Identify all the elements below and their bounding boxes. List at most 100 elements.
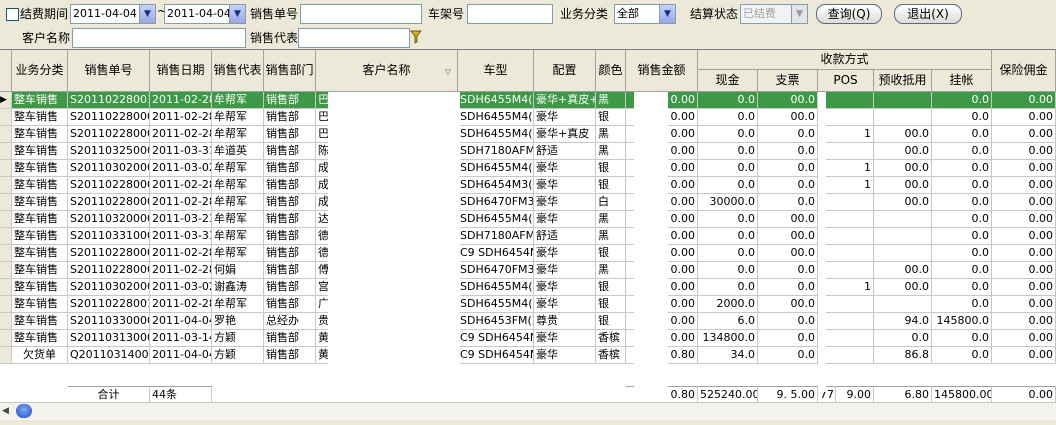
customer-mask bbox=[328, 92, 460, 392]
cell-hang: 0.0 bbox=[932, 143, 992, 160]
table-row[interactable]: 整车销售S2011032000012011-03-23牟帮军销售部达SDH645… bbox=[0, 211, 1056, 228]
frame-no-input[interactable] bbox=[467, 4, 553, 24]
row-indicator[interactable] bbox=[0, 330, 12, 347]
table-row[interactable]: 整车销售S2011022800022011-02-28牟帮军销售部德C9 SDH… bbox=[0, 245, 1056, 262]
table-row[interactable]: 整车销售S2011030200012011-03-02谢鑫涛销售部宫SDH645… bbox=[0, 279, 1056, 296]
table-row[interactable]: ▶整车销售S2011022800122011-02-28牟帮军销售部巴SDH64… bbox=[0, 92, 1056, 109]
header-biz[interactable]: 业务分类 bbox=[12, 50, 68, 92]
header-hang[interactable]: 挂帐 bbox=[932, 70, 992, 92]
settle-select[interactable]: 已结费 ▼ bbox=[740, 4, 808, 24]
table-row[interactable]: 整车销售S2011022800032011-02-28牟帮军销售部成SDH645… bbox=[0, 177, 1056, 194]
header-color[interactable]: 颜色 bbox=[596, 50, 626, 92]
sort-icon[interactable]: ▽ bbox=[445, 65, 451, 78]
header-prepay[interactable]: 预收抵用 bbox=[874, 70, 932, 92]
category-select[interactable]: 全部 ▼ bbox=[614, 4, 676, 24]
customer-input[interactable] bbox=[72, 28, 246, 48]
table-row[interactable]: 整车销售S2011032500012011-03-31牟道英销售部陈SDH718… bbox=[0, 143, 1056, 160]
header-no[interactable]: 销售单号 bbox=[68, 50, 150, 92]
cell-color: 香槟 bbox=[596, 347, 626, 364]
chevron-down-icon[interactable]: ▼ bbox=[659, 5, 675, 23]
chevron-down-icon[interactable]: ▼ bbox=[229, 5, 245, 23]
table-row[interactable]: 整车销售S2011022800102011-02-28牟帮军销售部广SDH645… bbox=[0, 296, 1056, 313]
table-row[interactable]: 整车销售S2011022800012011-02-28牟帮军销售部成SDH647… bbox=[0, 194, 1056, 211]
row-indicator[interactable] bbox=[0, 211, 12, 228]
header-rep[interactable]: 销售代表 bbox=[212, 50, 264, 92]
cell-check: 0.0 bbox=[758, 330, 818, 347]
cell-model: SDH6455M4(2. bbox=[458, 211, 534, 228]
cell-biz: 整车销售 bbox=[12, 211, 68, 228]
cell-cfg: 豪华 bbox=[534, 211, 596, 228]
row-indicator[interactable] bbox=[0, 160, 12, 177]
cell-dept: 销售部 bbox=[264, 126, 316, 143]
period-checkbox[interactable] bbox=[6, 8, 19, 21]
header-date[interactable]: 销售日期 bbox=[150, 50, 212, 92]
chevron-down-icon[interactable]: ▼ bbox=[791, 5, 807, 23]
date-to-picker[interactable]: 2011-04-04 ▼ bbox=[164, 4, 246, 24]
cell-rep: 牟帮军 bbox=[212, 109, 264, 126]
cell-cash: 0.0 bbox=[698, 160, 758, 177]
table-row[interactable]: 整车销售S2011030200022011-03-02牟帮军销售部成SDH645… bbox=[0, 160, 1056, 177]
table-row[interactable]: 整车销售S2011033100022011-03-31牟帮军销售部德SDH718… bbox=[0, 228, 1056, 245]
cell-hang: 0.0 bbox=[932, 92, 992, 109]
row-indicator[interactable] bbox=[0, 143, 12, 160]
query-button[interactable]: 查询(Q) bbox=[816, 4, 882, 24]
cell-color: 黑 bbox=[596, 92, 626, 109]
row-indicator[interactable] bbox=[0, 194, 12, 211]
date-from-picker[interactable]: 2011-04-04 ▼ bbox=[70, 4, 156, 24]
cell-prepay: 00.0 bbox=[874, 126, 932, 143]
header-cust[interactable]: 客户名称 ▽ bbox=[316, 50, 458, 92]
cell-dept: 销售部 bbox=[264, 160, 316, 177]
header-model[interactable]: 车型 bbox=[458, 50, 534, 92]
header-pos[interactable]: POS bbox=[818, 70, 874, 92]
date-to-value: 2011-04-04 bbox=[167, 7, 231, 20]
cell-prepay bbox=[874, 92, 932, 109]
row-indicator[interactable]: ▶ bbox=[0, 92, 12, 109]
horizontal-scrollbar[interactable]: ◀ bbox=[0, 402, 1056, 420]
cell-prepay: 00.0 bbox=[874, 177, 932, 194]
row-indicator[interactable] bbox=[0, 228, 12, 245]
header-cfg[interactable]: 配置 bbox=[534, 50, 596, 92]
row-indicator[interactable] bbox=[0, 347, 12, 364]
row-indicator[interactable] bbox=[0, 109, 12, 126]
settle-value: 已结费 bbox=[743, 7, 776, 20]
header-dept[interactable]: 销售部门 bbox=[264, 50, 316, 92]
cell-date: 2011-03-23 bbox=[150, 211, 212, 228]
row-indicator[interactable] bbox=[0, 262, 12, 279]
cell-cfg: 尊贵 bbox=[534, 313, 596, 330]
cell-color: 黑 bbox=[596, 143, 626, 160]
cell-no: S201102280001 bbox=[68, 194, 150, 211]
table-row[interactable]: 欠货单Q2011031400012011-04-04方颖销售部黄C9 SDH64… bbox=[0, 347, 1056, 364]
table-row[interactable]: 整车销售S2011033000022011-04-04罗艳总经办贵SDH6453… bbox=[0, 313, 1056, 330]
exit-button[interactable]: 退出(X) bbox=[894, 4, 962, 24]
chevron-down-icon[interactable]: ▼ bbox=[139, 5, 155, 23]
cell-check: 0.0 bbox=[758, 279, 818, 296]
row-indicator[interactable] bbox=[0, 177, 12, 194]
cell-model: SDH6455M4(2. bbox=[458, 279, 534, 296]
scroll-left-icon[interactable]: ◀ bbox=[2, 405, 14, 417]
row-indicator[interactable] bbox=[0, 245, 12, 262]
cell-cash: 0.0 bbox=[698, 228, 758, 245]
table-row[interactable]: 整车销售S2011022800042011-02-28何娟销售部傅SDH6470… bbox=[0, 262, 1056, 279]
header-cash[interactable]: 现金 bbox=[698, 70, 758, 92]
filter-icon[interactable] bbox=[409, 30, 423, 44]
row-indicator[interactable] bbox=[0, 279, 12, 296]
header-ins[interactable]: 保险佣金 bbox=[992, 50, 1056, 92]
table-row[interactable]: 整车销售S2011031300012011-03-14方颖销售部黄C9 SDH6… bbox=[0, 330, 1056, 347]
row-indicator[interactable] bbox=[0, 296, 12, 313]
cell-rep: 牟帮军 bbox=[212, 160, 264, 177]
scroll-thumb[interactable] bbox=[16, 404, 32, 418]
header-amount[interactable]: 销售金额 bbox=[626, 50, 698, 92]
cell-color: 黑 bbox=[596, 126, 626, 143]
cell-pos: 1 bbox=[818, 126, 874, 143]
rep-input[interactable] bbox=[298, 28, 410, 48]
row-indicator[interactable] bbox=[0, 313, 12, 330]
table-row[interactable]: 整车销售S2011022800082011-02-28牟帮军销售部巴SDH645… bbox=[0, 109, 1056, 126]
sales-grid[interactable]: 业务分类 销售单号 销售日期 销售代表 销售部门 客户名称 ▽ 车型 配置 颜色 销售金额 收款方式现… bbox=[0, 49, 1056, 403]
header-check[interactable]: 支票 bbox=[758, 70, 818, 92]
sales-no-input[interactable] bbox=[300, 4, 422, 24]
header-corner[interactable] bbox=[0, 50, 12, 92]
header-pay-group[interactable]: 收款方式 bbox=[698, 50, 992, 70]
cell-prepay: 00.0 bbox=[874, 262, 932, 279]
row-indicator[interactable] bbox=[0, 126, 12, 143]
table-row[interactable]: 整车销售S2011022800072011-02-28牟帮军销售部巴SDH645… bbox=[0, 126, 1056, 143]
